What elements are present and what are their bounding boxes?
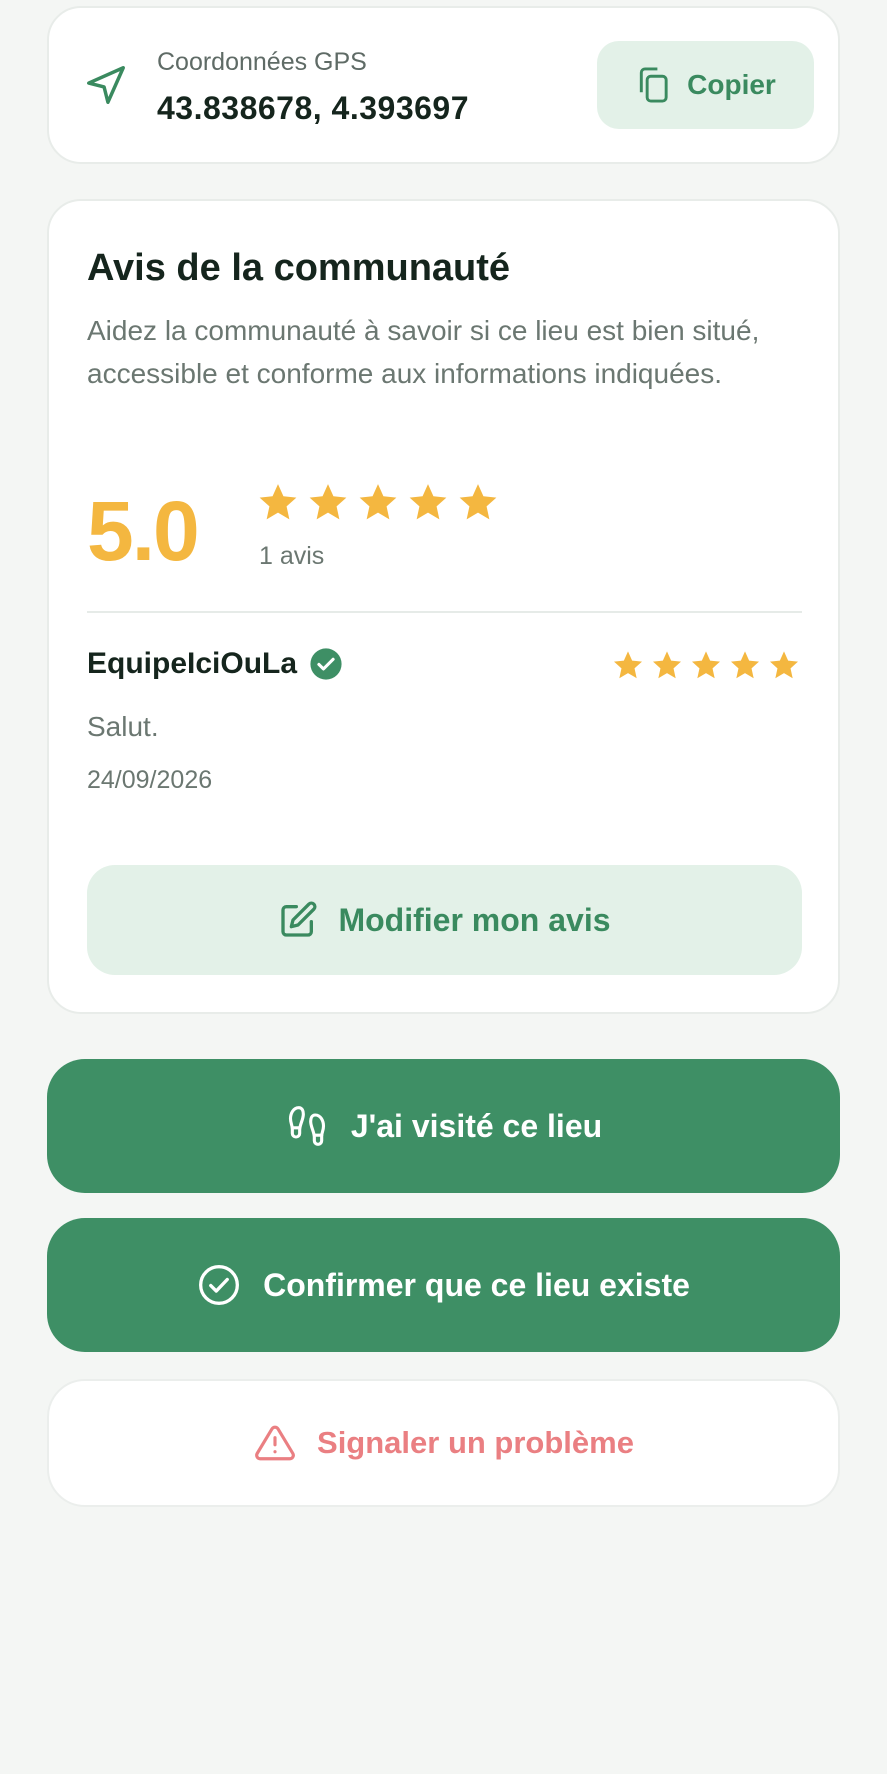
copy-button-label: Copier [687, 69, 776, 100]
footprints-icon [288, 1106, 325, 1146]
star-icon [309, 484, 347, 520]
reviews-card: Avis de la communauté Aidez la communaut… [47, 199, 840, 1014]
gps-card: Coordonnées GPS 43.838678, 4.393697 Copi… [47, 6, 840, 164]
review-date: 24/09/2026 [87, 766, 213, 794]
reviews-title: Avis de la communauté [87, 247, 511, 289]
confirm-exists-button[interactable]: Confirmer que ce lieu existe [47, 1218, 840, 1352]
copy-button[interactable]: Copier [597, 41, 814, 129]
copy-icon [640, 67, 668, 103]
divider [87, 611, 802, 613]
gps-coordinates: 43.838678, 4.393697 [157, 90, 470, 126]
star-icon [359, 484, 397, 520]
average-stars [257, 481, 499, 523]
edit-review-label: Modifier mon avis [338, 901, 611, 938]
review-count: 1 avis [259, 542, 325, 570]
star-icon [731, 651, 759, 679]
check-circle-icon [199, 1265, 240, 1305]
star-icon [459, 484, 497, 520]
gps-label: Coordonnées GPS [157, 48, 367, 76]
star-icon [259, 484, 297, 520]
review-author-name: EquipeIciOuLa [87, 647, 298, 680]
average-score: 5.0 [87, 484, 200, 578]
navigation-arrow-icon [87, 66, 125, 104]
verified-check-icon [310, 648, 342, 680]
place-detail-page: Coordonnées GPS 43.838678, 4.393697 Copi… [0, 0, 887, 1774]
review-rating-stars [612, 649, 800, 681]
confirm-exists-label: Confirmer que ce lieu existe [263, 1266, 690, 1303]
star-icon [692, 651, 720, 679]
review-comment: Salut. [87, 711, 159, 742]
report-problem-button[interactable]: Signaler un problème [47, 1379, 840, 1507]
star-icon [614, 651, 642, 679]
star-icon [409, 484, 447, 520]
star-icon [770, 651, 798, 679]
edit-review-button[interactable]: Modifier mon avis [87, 865, 802, 975]
visited-button[interactable]: J'ai visité ce lieu [47, 1059, 840, 1193]
star-icon [653, 651, 681, 679]
report-problem-label: Signaler un problème [317, 1425, 634, 1460]
warning-triangle-icon [255, 1425, 295, 1461]
edit-icon [281, 901, 317, 937]
visited-button-label: J'ai visité ce lieu [350, 1107, 603, 1144]
reviews-subtitle: Aidez la communauté à savoir si ce lieu … [87, 315, 760, 389]
review-author: EquipeIciOuLa [87, 647, 343, 681]
